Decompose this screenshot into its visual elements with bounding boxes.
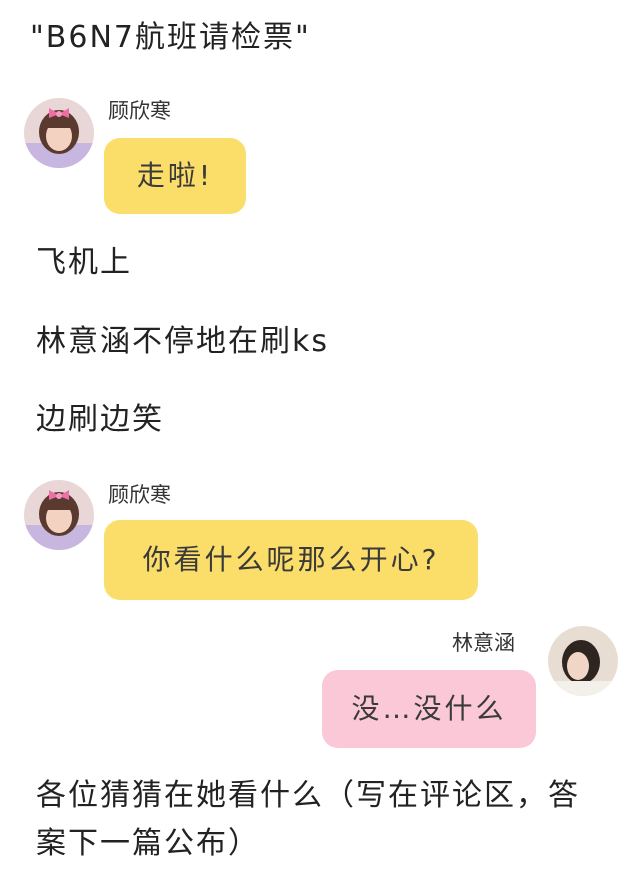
narration-line: 飞机上 — [36, 245, 132, 280]
sender-name: 顾欣寒 — [108, 483, 171, 507]
sender-name: 顾欣寒 — [108, 99, 171, 123]
closing-paragraph: 各位猜猜在她看什么（写在评论区，答案下一篇公布） — [36, 778, 580, 861]
message-bubble[interactable]: 走啦! — [104, 138, 246, 214]
avatar-gu-xinhan[interactable] — [24, 480, 94, 550]
avatar-gu-xinhan[interactable] — [24, 98, 94, 168]
message-bubble[interactable]: 你看什么呢那么开心? — [104, 520, 478, 600]
chapter-title: "B6N7航班请检票" — [30, 20, 311, 55]
sender-name: 林意涵 — [452, 631, 515, 655]
girl-with-bow-avatar-icon — [24, 480, 94, 550]
message-bubble[interactable]: 没…没什么 — [322, 670, 536, 748]
avatar-lin-yihan[interactable] — [548, 626, 618, 696]
girl-portrait-avatar-icon — [548, 626, 618, 696]
narration-line: 林意涵不停地在刷ks — [36, 324, 330, 359]
girl-with-bow-avatar-icon — [24, 98, 94, 168]
narration-line: 边刷边笑 — [36, 402, 164, 437]
